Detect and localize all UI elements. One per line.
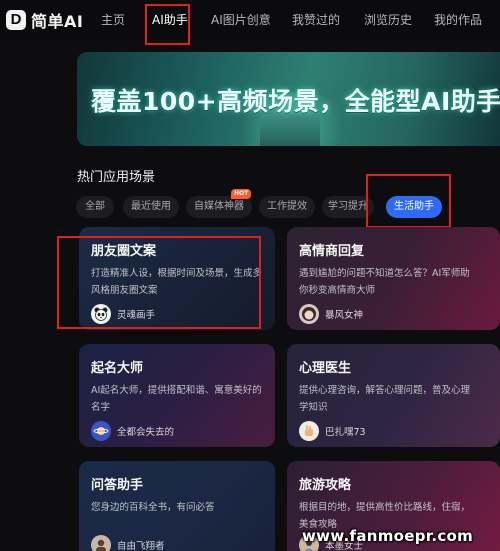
card-author: 自由飞翔者 bbox=[91, 535, 165, 551]
banner-cube-graphic bbox=[260, 114, 320, 146]
card-highlight-box bbox=[57, 236, 261, 329]
scenario-card[interactable]: 心理医生 提供心理咨询，解答心理问题，普及心理学知识 巴扎嘿73 bbox=[287, 344, 500, 447]
author-name: 自由飞翔者 bbox=[117, 541, 165, 551]
nav-item-history[interactable]: 浏览历史 bbox=[364, 11, 412, 28]
tab-self-media[interactable]: 自媒体神器 bbox=[186, 196, 252, 218]
brand-logo[interactable]: D 简单AI bbox=[6, 8, 83, 32]
person-avatar-icon bbox=[91, 535, 111, 551]
card-author: 暴风女神 bbox=[299, 304, 363, 324]
nav-item-home[interactable]: 主页 bbox=[101, 11, 125, 28]
card-description: 遇到尴尬的问题不知道怎么答？AI军师助你秒变高情商大师 bbox=[299, 268, 470, 296]
card-title: 高情商回复 bbox=[299, 244, 365, 259]
nav-item-ai-image[interactable]: AI图片创意 bbox=[211, 11, 271, 28]
card-description: 提供心理咨询，解答心理问题，普及心理学知识 bbox=[299, 385, 471, 413]
tab-highlight-box bbox=[366, 174, 451, 228]
tab-recent[interactable]: 最近使用 bbox=[123, 196, 179, 218]
nav-highlight-box bbox=[145, 4, 190, 45]
girl-avatar-icon bbox=[299, 304, 319, 324]
app-root: D 简单AI 主页 AI助手 AI图片创意 我赞过的 浏览历史 我的作品 覆盖1… bbox=[0, 0, 500, 551]
card-title: 问答助手 bbox=[91, 478, 144, 493]
banner-title: 覆盖100+高频场景，全能型AI助手 bbox=[91, 87, 500, 116]
author-name: 全都会失去的 bbox=[117, 427, 175, 438]
card-author: 巴扎嘿73 bbox=[299, 421, 366, 441]
scenario-card[interactable]: 高情商回复 遇到尴尬的问题不知道怎么答？AI军师助你秒变高情商大师 暴风女神 bbox=[287, 227, 500, 330]
card-title: 起名大师 bbox=[91, 361, 144, 376]
card-description: 您身边的百科全书，有问必答 bbox=[91, 502, 215, 513]
tab-self-media-label: 自媒体神器 bbox=[194, 201, 244, 212]
hot-badge: HOT bbox=[231, 189, 252, 199]
card-author: 全都会失去的 bbox=[91, 421, 174, 441]
nav-item-liked[interactable]: 我赞过的 bbox=[292, 11, 340, 28]
promo-banner[interactable]: 覆盖100+高频场景，全能型AI助手 bbox=[77, 52, 500, 146]
card-title: 旅游攻略 bbox=[299, 478, 352, 493]
author-name: 巴扎嘿73 bbox=[325, 427, 366, 438]
nav-item-my-works[interactable]: 我的作品 bbox=[434, 11, 482, 28]
author-name: 暴风女神 bbox=[325, 310, 364, 321]
brand-name: 简单AI bbox=[31, 12, 84, 31]
tab-work[interactable]: 工作提效 bbox=[259, 196, 315, 218]
scenario-card[interactable]: 问答助手 您身边的百科全书，有问必答 自由飞翔者 bbox=[79, 461, 275, 551]
hand-avatar-icon bbox=[299, 421, 319, 441]
planet-avatar-icon bbox=[91, 421, 111, 441]
card-title: 心理医生 bbox=[299, 361, 352, 376]
logo-mark-icon: D bbox=[6, 10, 26, 30]
tab-all[interactable]: 全部 bbox=[76, 196, 114, 218]
site-watermark: www.fanmoepr.com bbox=[302, 527, 474, 545]
section-title: 热门应用场景 bbox=[77, 170, 156, 185]
top-nav-bar: D 简单AI 主页 AI助手 AI图片创意 我赞过的 浏览历史 我的作品 bbox=[0, 0, 500, 40]
card-description: AI起名大师，提供搭配和谐、寓意美好的名字 bbox=[91, 385, 262, 413]
scenario-card[interactable]: 起名大师 AI起名大师，提供搭配和谐、寓意美好的名字 全都会失去的 bbox=[79, 344, 275, 447]
